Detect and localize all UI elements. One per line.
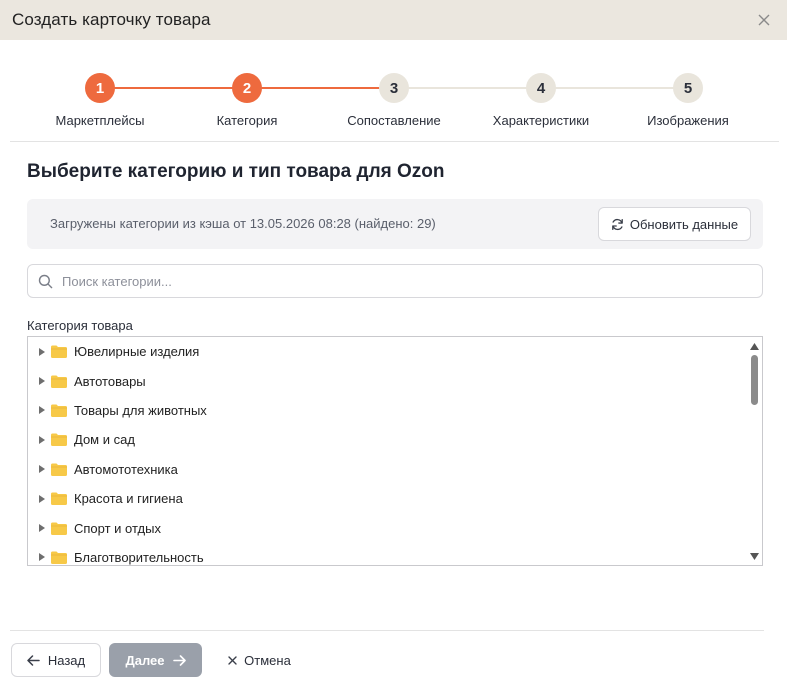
next-button[interactable]: Далее xyxy=(109,643,202,677)
arrow-right-icon xyxy=(172,654,186,666)
step-number: 5 xyxy=(673,73,703,103)
folder-icon xyxy=(51,404,67,417)
tree-item-label: Дом и сад xyxy=(74,432,135,448)
step-marketplaces[interactable]: 1 Маркетплейсы xyxy=(30,73,170,128)
search-icon xyxy=(38,274,52,288)
tree-item[interactable]: Ювелирные изделия xyxy=(28,337,748,366)
search-input[interactable] xyxy=(62,266,762,296)
page-title: Выберите категорию и тип товара для Ozon xyxy=(27,161,445,182)
step-label: Характеристики xyxy=(492,113,590,128)
step-attributes[interactable]: 4 Характеристики xyxy=(471,73,611,128)
step-number: 4 xyxy=(526,73,556,103)
expand-arrow-icon[interactable] xyxy=(33,406,51,415)
divider xyxy=(10,630,764,631)
tree-item[interactable]: Автотовары xyxy=(28,366,748,395)
expand-arrow-icon[interactable] xyxy=(33,347,51,356)
expand-arrow-icon[interactable] xyxy=(33,435,51,444)
arrow-left-icon xyxy=(27,654,40,666)
refresh-icon xyxy=(612,218,623,230)
close-button[interactable] xyxy=(753,9,775,31)
back-button-label: Назад xyxy=(47,652,86,668)
close-icon xyxy=(228,655,237,665)
refresh-data-button[interactable]: Обновить данные xyxy=(598,207,751,241)
category-search[interactable] xyxy=(27,264,763,298)
search-icon-wrap xyxy=(28,274,62,289)
folder-icon xyxy=(51,463,67,476)
tree-item[interactable]: Дом и сад xyxy=(28,425,748,454)
cancel-button[interactable]: Отмена xyxy=(217,643,302,677)
folder-icon xyxy=(51,433,67,447)
step-label: Изображения xyxy=(647,113,729,128)
step-number: 3 xyxy=(379,73,409,103)
next-button-label: Далее xyxy=(125,652,165,668)
category-tree-list: Ювелирные изделия Автотовары Товары для … xyxy=(28,337,748,565)
step-category[interactable]: 2 Категория xyxy=(177,73,317,128)
tree-item-label: Благотворительность xyxy=(74,549,204,565)
folder-icon xyxy=(51,375,67,388)
dialog-header: Создать карточку товара xyxy=(0,0,787,40)
expand-arrow-icon[interactable] xyxy=(33,553,51,562)
scroll-up-arrow-icon[interactable] xyxy=(746,339,762,353)
step-number: 2 xyxy=(232,73,262,103)
folder-icon xyxy=(51,551,67,564)
tree-item[interactable]: Благотворительность xyxy=(28,543,748,565)
tree-item[interactable]: Автомототехника xyxy=(28,455,748,484)
step-label: Маркетплейсы xyxy=(55,113,145,128)
step-label: Категория xyxy=(216,113,278,128)
expand-arrow-icon[interactable] xyxy=(33,494,51,503)
tree-scrollbar[interactable] xyxy=(746,337,762,565)
tree-item-label: Ювелирные изделия xyxy=(74,344,200,360)
expand-arrow-icon[interactable] xyxy=(33,465,51,474)
folder-icon xyxy=(51,345,67,359)
back-button[interactable]: Назад xyxy=(11,643,101,677)
scrollbar-thumb[interactable] xyxy=(751,355,758,405)
tree-item[interactable]: Спорт и отдых xyxy=(28,513,748,542)
divider xyxy=(10,141,779,142)
wizard-stepper: 1 Маркетплейсы 2 Категория 3 Сопоставлен… xyxy=(0,70,787,130)
step-images[interactable]: 5 Изображения xyxy=(618,73,758,128)
dialog-title: Создать карточку товара xyxy=(12,10,211,29)
expand-arrow-icon[interactable] xyxy=(33,524,51,533)
scroll-down-arrow-icon[interactable] xyxy=(746,549,762,563)
folder-icon xyxy=(51,522,67,535)
category-tree[interactable]: Ювелирные изделия Автотовары Товары для … xyxy=(27,336,763,566)
close-icon xyxy=(758,14,770,26)
cancel-button-label: Отмена xyxy=(244,652,291,668)
expand-arrow-icon[interactable] xyxy=(33,377,51,386)
step-number: 1 xyxy=(85,73,115,103)
refresh-button-label: Обновить данные xyxy=(629,216,739,232)
cache-status-text: Загружены категории из кэша от 13.05.202… xyxy=(50,216,436,231)
step-mapping[interactable]: 3 Сопоставление xyxy=(324,73,464,128)
tree-item-label: Автотовары xyxy=(74,373,146,389)
folder-icon xyxy=(51,492,67,506)
tree-item[interactable]: Красота и гигиена xyxy=(28,484,748,513)
tree-item[interactable]: Товары для животных xyxy=(28,396,748,425)
tree-item-label: Автомототехника xyxy=(74,461,178,477)
dialog-footer: Назад Далее Отмена xyxy=(0,643,787,677)
cache-info-panel: Загружены категории из кэша от 13.05.202… xyxy=(27,199,763,249)
step-label: Сопоставление xyxy=(347,113,441,128)
category-field-label: Категория товара xyxy=(27,318,133,333)
tree-item-label: Товары для животных xyxy=(74,402,207,418)
tree-item-label: Красота и гигиена xyxy=(74,491,183,507)
tree-item-label: Спорт и отдых xyxy=(74,520,161,536)
